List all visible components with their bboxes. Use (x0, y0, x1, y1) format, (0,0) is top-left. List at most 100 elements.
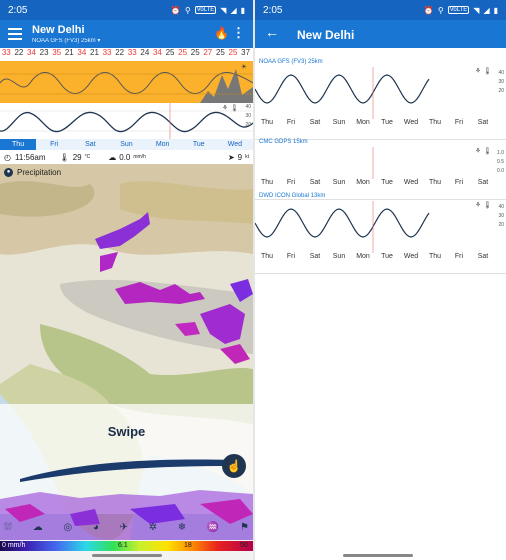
temperature-chart[interactable]: ☀ (0, 61, 253, 103)
layer-icons-row: ⛆ ☁ ◎ ◕ ✈ ✲ ❄ ♒ ⚑ (4, 522, 249, 533)
wind-layer-icon[interactable]: ✈ (120, 522, 128, 533)
status-time-right: 2:05 (263, 4, 283, 16)
temperature-row: 33 22 34 23 35 21 34 21 33 22 33 24 34 25 25 25 27 25 25 37 (0, 48, 253, 61)
hiker-icon[interactable]: ⚑ (240, 522, 249, 533)
model-chart[interactable]: CMC GDPS 15km ⚘ 🌡 1.0 0.5 0.0 Thu Fri Sat Sun Mon… (255, 137, 506, 199)
model-day-label: Sat (309, 253, 321, 260)
day-tab-thu[interactable]: Thu (0, 139, 37, 150)
signal-icon: ◢ (230, 5, 237, 15)
temp-line (0, 72, 253, 94)
temp-value: 33 (102, 48, 112, 57)
back-arrow-icon[interactable]: ← (265, 24, 279, 40)
info-temp-unit: °C (84, 154, 91, 160)
layers-toggle-icon[interactable]: ⛆ (4, 522, 12, 533)
temp-value: 25 (228, 48, 238, 57)
map-svg (0, 164, 253, 540)
model-day-label: Thu (260, 253, 274, 260)
precipitation-legend: 0 mm/h 6.1 18 50 (0, 540, 253, 552)
gauge-icon[interactable]: ◕ (93, 522, 99, 533)
runner-icon[interactable]: ✲ (149, 522, 157, 533)
day-tab-sun[interactable]: Sun (108, 139, 144, 150)
model-day-label: Sat (477, 179, 489, 186)
volte-badge: VoLTE (447, 6, 470, 14)
sun-icon: ☀ (240, 64, 247, 71)
radar-icon[interactable]: ◎ (63, 522, 72, 533)
model-selector[interactable]: NOAA GFS (FV3) 25km ▾ (32, 37, 100, 44)
app-bar: New Delhi NOAA GFS (FV3) 25km ▾ 🔥 ⋮ (0, 20, 253, 48)
wave-chart-svg (0, 103, 253, 139)
clock-icon: ◴ (4, 152, 11, 162)
metric-icons: ⚘ 🌡 (221, 105, 239, 112)
legend-mid1: 6.1 (118, 542, 128, 549)
snow-icon[interactable]: ❄ (178, 522, 186, 533)
fire-icon[interactable]: 🔥 (214, 26, 229, 40)
gesture-bar-right (343, 554, 413, 557)
model-day-label: Sat (309, 179, 321, 186)
day-tab-wed[interactable]: Wed (217, 139, 253, 150)
day-tab-tue[interactable]: Tue (181, 139, 217, 150)
model-chart-svg (255, 67, 430, 119)
precipitation-map[interactable]: ● Precipitation Swipe ☝ ⛆ ☁ ◎ ◕ ✈ ✲ ❄ ♒ … (0, 164, 253, 540)
model-chart[interactable]: NOAA GFS (FV3) 25km ⚘ 🌡 40 30 20 Thu Fri Sat Sun… (255, 57, 506, 139)
battery-icon: ▮ (493, 5, 498, 15)
temp-value: 34 (152, 48, 162, 57)
location-icon: ⚲ (437, 5, 444, 15)
app-title: New Delhi (32, 24, 85, 36)
legend-mid2: 18 (184, 542, 192, 549)
model-days: Thu Fri Sat Sun Mon Tue Wed Thu Fri Sat (255, 179, 506, 186)
model-day-label: Fri (286, 253, 296, 260)
temp-value: 25 (165, 48, 175, 57)
model-day-label: Sun (332, 119, 346, 126)
more-vert-icon[interactable]: ⋮ (232, 25, 245, 41)
signal-icon: ◢ (483, 5, 490, 15)
model-day-label: Fri (454, 253, 464, 260)
model-day-label: Wed (403, 253, 419, 260)
model-day-label: Tue (381, 119, 393, 126)
cloud-icon[interactable]: ☁ (33, 522, 43, 533)
model-day-label: Thu (260, 179, 274, 186)
layer-label[interactable]: ● Precipitation (4, 168, 61, 177)
day-tab-fri[interactable]: Fri (36, 139, 72, 150)
rain-icon: ☁ (108, 152, 117, 162)
wave-chart[interactable]: ⚘ 🌡 40 30 20 (0, 103, 253, 139)
temp-value: 33 (127, 48, 137, 57)
info-wind-unit: kt (245, 154, 249, 160)
status-time: 2:05 (8, 4, 28, 16)
model-selector-label: NOAA GFS (FV3) 25km (32, 38, 96, 44)
model-day-label: Mon (356, 179, 370, 186)
legend-max: 50 (240, 542, 248, 549)
model-day-label: Wed (403, 119, 419, 126)
status-bar: 2:05 ⏰ ⚲ VoLTE ◥ ◢ ▮ (0, 0, 253, 20)
wind-icon: ➤ (227, 152, 235, 162)
temp-value: 22 (14, 48, 24, 57)
alarm-icon: ⏰ (423, 5, 434, 15)
model-day-label: Sat (477, 119, 489, 126)
model-day-label: Tue (381, 253, 393, 260)
legend-gradient: 0 mm/h 6.1 18 50 (0, 541, 253, 551)
model-day-label: Mon (356, 119, 370, 126)
surf-icon[interactable]: ♒ (207, 522, 219, 533)
temperature-line (255, 74, 430, 104)
model-day-label: Thu (260, 119, 274, 126)
day-tab-mon[interactable]: Mon (145, 139, 181, 150)
model-day-label: Fri (286, 179, 296, 186)
model-day-label: Fri (454, 119, 464, 126)
day-tab-sat[interactable]: Sat (72, 139, 108, 150)
temp-value: 25 (215, 48, 225, 57)
wifi-icon: ◥ (220, 5, 227, 15)
model-chart[interactable]: DWD ICON Global 13km ⚘ 🌡 40 30 20 Thu Fri Sat Su… (255, 191, 506, 273)
temp-value: 24 (140, 48, 150, 57)
model-day-label: Thu (428, 179, 442, 186)
battery-icon: ▮ (240, 5, 245, 15)
left-screen: 2:05 ⏰ ⚲ VoLTE ◥ ◢ ▮ New Delhi NOAA GFS … (0, 0, 253, 560)
model-name: DWD ICON Global 13km (259, 193, 326, 199)
model-name: NOAA GFS (FV3) 25km (259, 59, 323, 65)
temp-value: 33 (1, 48, 11, 57)
temp-value: 21 (64, 48, 74, 57)
menu-icon[interactable] (8, 28, 22, 40)
temp-value: 27 (203, 48, 213, 57)
temp-value: 25 (190, 48, 200, 57)
temperature-line (255, 208, 430, 238)
gesture-bar (92, 554, 162, 557)
model-day-label: Mon (356, 253, 370, 260)
